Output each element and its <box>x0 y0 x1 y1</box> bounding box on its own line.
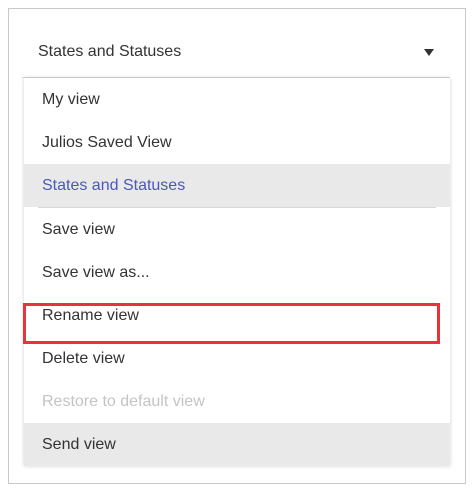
save-view-button[interactable]: Save view <box>24 208 450 251</box>
rename-view-button[interactable]: Rename view <box>24 294 450 337</box>
menu-item-states-and-statuses[interactable]: States and Statuses <box>24 164 450 207</box>
view-selector-label: States and Statuses <box>38 42 182 60</box>
caret-down-icon[interactable] <box>424 49 434 56</box>
menu-item-my-view[interactable]: My view <box>24 78 450 121</box>
view-selector[interactable]: States and Statuses <box>22 26 450 78</box>
save-view-as-button[interactable]: Save view as... <box>24 251 450 294</box>
delete-view-button[interactable]: Delete view <box>24 337 450 380</box>
restore-default-view-button: Restore to default view <box>42 393 205 410</box>
menu-item-julios-saved-view[interactable]: Julios Saved View <box>24 121 450 164</box>
send-view-button[interactable]: Send view <box>24 423 450 466</box>
view-menu: My view Julios Saved View States and Sta… <box>24 78 450 466</box>
